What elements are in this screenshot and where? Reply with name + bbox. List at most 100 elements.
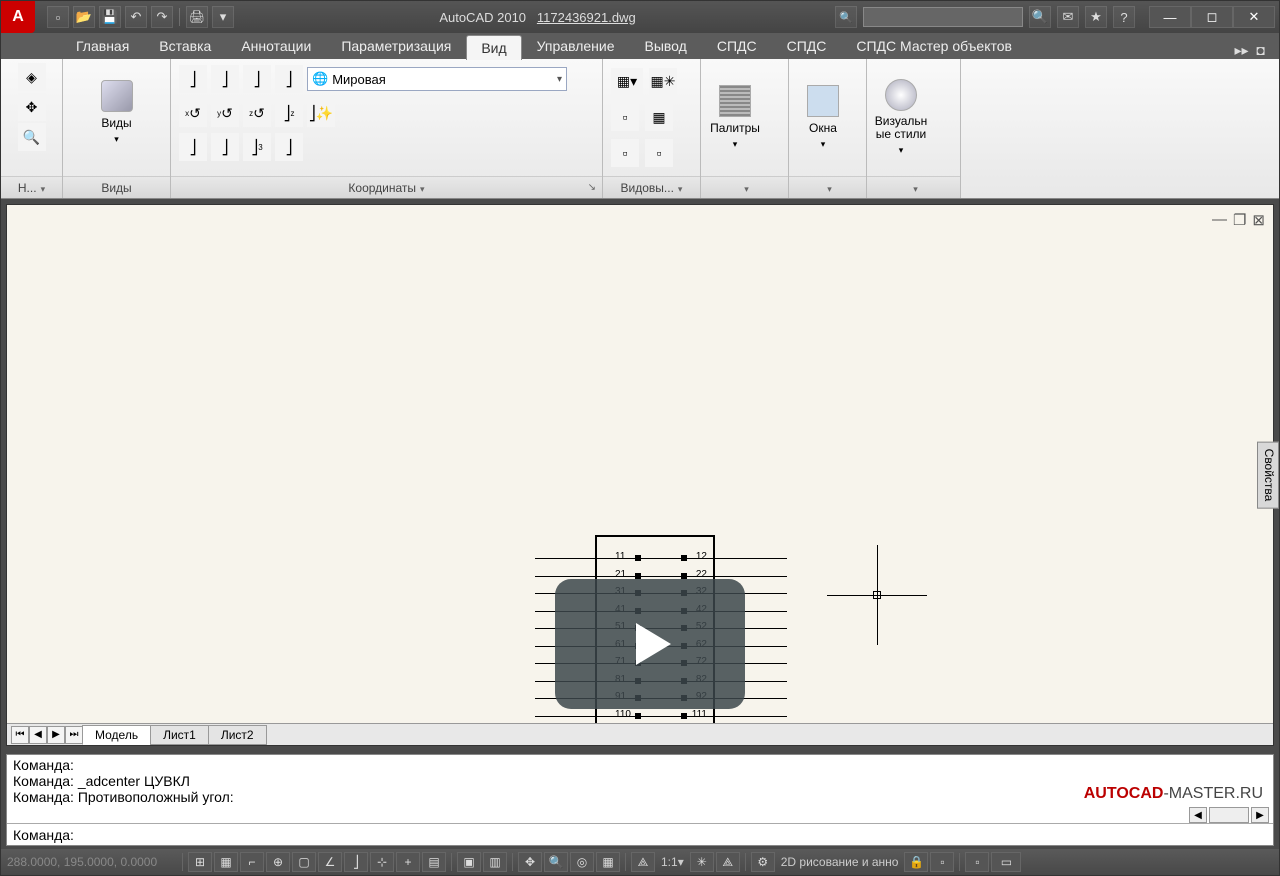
tab-spds2[interactable]: СПДС	[772, 33, 842, 59]
ucs-view-icon[interactable]: ⎦	[243, 65, 271, 93]
snap-icon[interactable]: ⊞	[188, 852, 212, 872]
tab-parametric[interactable]: Параметризация	[326, 33, 466, 59]
vp-new-icon[interactable]: ▦✳	[649, 68, 677, 96]
windows-button[interactable]: Окна▾	[795, 73, 851, 163]
status-coords[interactable]: 288.0000, 195.0000, 0.0000	[7, 855, 177, 869]
ucs-opt2-icon[interactable]: ⎦	[211, 133, 239, 161]
help-icon[interactable]: ?	[1113, 6, 1135, 28]
vp-config-icon[interactable]: ▦▾	[611, 68, 643, 96]
vp-join-icon[interactable]: ▫	[611, 103, 639, 131]
panel-nav-label[interactable]: Н...	[18, 181, 45, 195]
save-icon[interactable]: 💾	[99, 6, 121, 28]
layout-tab-sheet1[interactable]: Лист1	[150, 725, 209, 745]
lock-ui-icon[interactable]: 🔒	[904, 852, 928, 872]
tab-manage[interactable]: Управление	[522, 33, 630, 59]
minimize-button[interactable]: —	[1149, 6, 1191, 28]
layout-prev-icon[interactable]: ◀	[29, 726, 47, 744]
layout-last-icon[interactable]: ⏭	[65, 726, 83, 744]
layout-next-icon[interactable]: ▶	[47, 726, 65, 744]
visual-styles-button[interactable]: Визуальн ые стили▾	[873, 73, 929, 163]
steering-icon[interactable]: ◎	[570, 852, 594, 872]
tab-view[interactable]: Вид	[466, 35, 521, 60]
osnap-icon[interactable]: ▢	[292, 852, 316, 872]
panel-palettes-label[interactable]	[740, 181, 749, 195]
vp-clip-icon[interactable]: ▫	[645, 139, 673, 167]
command-line[interactable]: Команда: Команда: _adcenter ЦУВКЛ Команд…	[6, 754, 1274, 846]
binoculars-icon[interactable]: 🔍	[835, 6, 857, 28]
tab-home[interactable]: Главная	[61, 33, 144, 59]
views-button[interactable]: Виды ▾	[89, 67, 145, 157]
vp-single-icon[interactable]: ▫	[611, 139, 639, 167]
ucs-origin-icon[interactable]: ⎦	[275, 65, 303, 93]
app-menu-button[interactable]: A	[1, 1, 35, 33]
ribbon-minimize-icon[interactable]: ◘	[1257, 42, 1265, 59]
panel-coords-label[interactable]: Координаты	[348, 181, 424, 195]
print-icon[interactable]: 🖨	[186, 6, 208, 28]
ucs-icon[interactable]: ⎦	[179, 65, 207, 93]
cmd-scroll-right-icon[interactable]: ▶	[1251, 807, 1269, 823]
palettes-button[interactable]: Палитры▾	[707, 73, 763, 163]
doc-restore-icon[interactable]: ❐	[1233, 211, 1246, 229]
tab-spds-master[interactable]: СПДС Мастер объектов	[841, 33, 1027, 59]
search-icon[interactable]: 🔍	[1029, 6, 1051, 28]
redo-icon[interactable]: ↷	[151, 6, 173, 28]
dyn-icon[interactable]: ⊹	[370, 852, 394, 872]
showmotion-icon[interactable]: ▦	[596, 852, 620, 872]
ucs-named-icon[interactable]: ⎦✨	[307, 99, 335, 127]
qp-icon[interactable]: ▤	[422, 852, 446, 872]
status-workspace[interactable]: 2D рисование и анно	[777, 855, 903, 869]
zoom-extents-icon[interactable]: 🔍	[18, 123, 46, 151]
vp-named-icon[interactable]: ▦	[645, 103, 673, 131]
isolate-icon[interactable]: ▫	[965, 852, 989, 872]
grid-icon[interactable]: ▦	[214, 852, 238, 872]
ann-scale-icon[interactable]: ⟁	[631, 852, 655, 872]
layout-first-icon[interactable]: ⏮	[11, 726, 29, 744]
hw-accel-icon[interactable]: ▫	[930, 852, 954, 872]
otrack-icon[interactable]: ∠	[318, 852, 342, 872]
status-scale[interactable]: 1:1▾	[657, 855, 688, 869]
zoom-status-icon[interactable]: 🔍	[544, 852, 568, 872]
layout-tab-sheet2[interactable]: Лист2	[208, 725, 267, 745]
lwt-icon[interactable]: +	[396, 852, 420, 872]
model-paper-icon[interactable]: ▣	[457, 852, 481, 872]
ann-auto-icon[interactable]: ⟁	[716, 852, 740, 872]
ucs-opt4-icon[interactable]: ⎦	[275, 133, 303, 161]
properties-palette-tab[interactable]: Свойства	[1257, 442, 1279, 509]
cmd-scroll-track[interactable]	[1209, 807, 1249, 823]
cmd-scroll-left-icon[interactable]: ◀	[1189, 807, 1207, 823]
tab-spds1[interactable]: СПДС	[702, 33, 772, 59]
layout-quick-icon[interactable]: ▥	[483, 852, 507, 872]
close-button[interactable]: ✕	[1233, 6, 1275, 28]
open-icon[interactable]: 📂	[73, 6, 95, 28]
panel-windows-label[interactable]	[823, 181, 832, 195]
undo-icon[interactable]: ↶	[125, 6, 147, 28]
ann-vis-icon[interactable]: ✳	[690, 852, 714, 872]
qat-dropdown-icon[interactable]: ▾	[212, 6, 234, 28]
clean-screen-icon[interactable]: ▭	[991, 852, 1021, 872]
pan-status-icon[interactable]: ✥	[518, 852, 542, 872]
panel-viewports-label[interactable]: Видовы...	[621, 181, 683, 195]
panel-vstyles-label[interactable]	[909, 181, 918, 195]
ortho-icon[interactable]: ⌐	[240, 852, 264, 872]
tab-output[interactable]: Вывод	[630, 33, 702, 59]
pan-icon[interactable]: ✥	[18, 93, 46, 121]
doc-minimize-icon[interactable]: —	[1212, 211, 1227, 229]
ducs-icon[interactable]: ⎦	[344, 852, 368, 872]
doc-close-icon[interactable]: ⊠	[1252, 211, 1265, 229]
ucs-opt1-icon[interactable]: ⎦	[179, 133, 207, 161]
polar-icon[interactable]: ⊕	[266, 852, 290, 872]
favorites-icon[interactable]: ★	[1085, 6, 1107, 28]
ucs-y-icon[interactable]: y↺	[211, 99, 239, 127]
layout-tab-model[interactable]: Модель	[82, 725, 151, 745]
drawing-canvas[interactable]: — ❐ ⊠ 1112212231324142515261627172818291…	[6, 204, 1274, 746]
ucs-world-icon[interactable]: ⎦	[211, 65, 239, 93]
new-icon[interactable]: ▫	[47, 6, 69, 28]
workspace-gear-icon[interactable]: ⚙	[751, 852, 775, 872]
tabs-more-icon[interactable]: ▸▸	[1234, 42, 1248, 59]
ucs-opt3-icon[interactable]: ⎦3	[243, 133, 271, 161]
ucs-x-icon[interactable]: x↺	[179, 99, 207, 127]
video-play-button[interactable]	[555, 579, 745, 709]
comm-center-icon[interactable]: ✉	[1057, 6, 1079, 28]
tab-annotate[interactable]: Аннотации	[226, 33, 326, 59]
ucs-z-axis-icon[interactable]: ⎦z	[275, 99, 303, 127]
